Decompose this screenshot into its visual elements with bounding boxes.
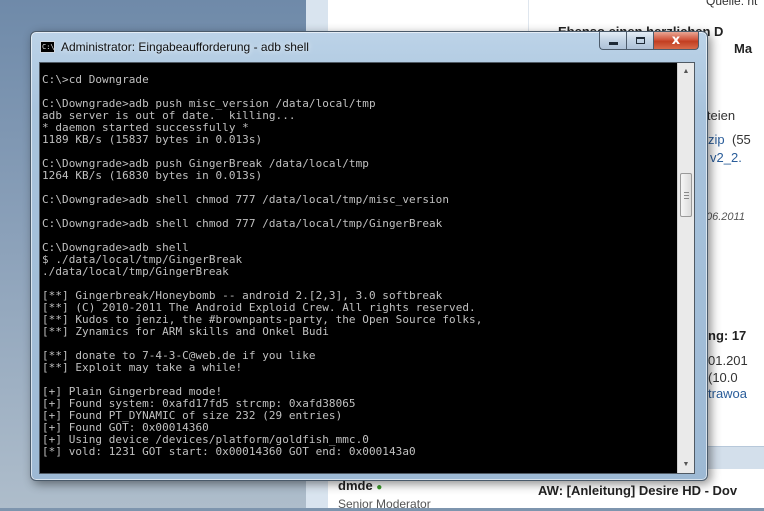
- maximize-button[interactable]: [626, 32, 653, 50]
- thread-title[interactable]: AW: [Anleitung] Desire HD - Dov: [538, 483, 737, 498]
- heading-fragment-2: Ma: [734, 41, 753, 56]
- console-line: [**] Zynamics for ARM skills and Onkel B…: [42, 325, 329, 338]
- scroll-down-button[interactable]: ▼: [678, 456, 694, 473]
- maximize-icon: [635, 37, 645, 44]
- console-app-icon[interactable]: C:\: [40, 41, 55, 53]
- thumb-grip-line: [684, 198, 689, 199]
- file-link-1[interactable]: zip: [708, 132, 725, 147]
- console-line: 1189 KB/s (15837 bytes in 0.013s): [42, 133, 263, 146]
- vertical-scrollbar[interactable]: ▲ ▼: [677, 63, 694, 473]
- console-line: [*] vold: 1231 GOT start: 0x00014360 GOT…: [42, 445, 416, 458]
- console-line: C:\Downgrade>adb shell chmod 777 /data/l…: [42, 217, 443, 230]
- minimize-button[interactable]: [599, 32, 626, 50]
- date-fragment-2: 01.201: [708, 353, 748, 368]
- scroll-down-icon: ▼: [682, 461, 690, 468]
- console-line: C:\Downgrade>adb shell chmod 777 /data/l…: [42, 193, 450, 206]
- link-fragment[interactable]: trawoa: [708, 386, 747, 401]
- stat-fragment: ng: 17: [708, 328, 747, 343]
- thumb-grip-line: [684, 192, 689, 193]
- minimize-icon: [608, 42, 618, 45]
- thumb-grip-line: [684, 195, 689, 196]
- title-bar[interactable]: C:\ Administrator: Eingabeaufforderung -…: [31, 32, 707, 60]
- console-area[interactable]: C:\>cd Downgrade C:\Downgrade>adb push mi…: [39, 62, 695, 474]
- console-output: C:\>cd Downgrade C:\Downgrade>adb push mi…: [42, 74, 482, 458]
- console-line: 1264 KB/s (16830 bytes in 0.013s): [42, 169, 263, 182]
- console-window[interactable]: C:\ Administrator: Eingabeaufforderung -…: [30, 31, 708, 481]
- console-line: ./data/local/tmp/GingerBreak: [42, 265, 229, 278]
- user-role: Senior Moderator: [338, 497, 431, 511]
- files-fragment: iteien: [704, 108, 736, 123]
- console-line: C:\>cd Downgrade: [42, 73, 149, 86]
- window-title: Administrator: Eingabeaufforderung - adb…: [61, 40, 309, 54]
- scroll-up-icon: ▲: [682, 68, 690, 75]
- console-line: [**] Exploit may take a while!: [42, 361, 243, 374]
- scroll-up-button[interactable]: ▲: [678, 63, 694, 80]
- file-size-1: (55: [732, 132, 751, 147]
- file-link-2[interactable]: v2_2.: [710, 150, 742, 165]
- close-icon: x: [671, 33, 681, 48]
- date-fragment: 06.2011: [706, 211, 745, 223]
- scrollbar-thumb[interactable]: [680, 173, 692, 217]
- caption-buttons: x: [599, 32, 699, 52]
- online-status-icon: ●: [376, 482, 383, 493]
- close-button[interactable]: x: [653, 32, 699, 50]
- paren-fragment: (10.0: [708, 370, 738, 385]
- source-fragment: Quelle: ht: [706, 0, 758, 8]
